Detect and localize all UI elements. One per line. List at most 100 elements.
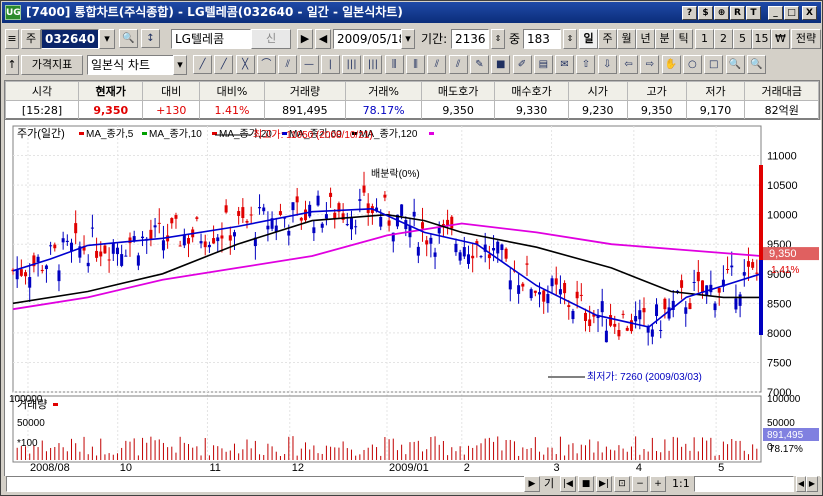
unit-week[interactable]: 주 [598,29,617,49]
tool-icon-1[interactable]: ╱ [214,55,234,74]
tool-icon-12[interactable]: ⫽ [448,55,468,74]
tool-icon-10[interactable]: ⫼ [406,55,425,74]
currency-button[interactable]: $ [698,6,713,20]
close-button[interactable]: X [802,6,817,20]
unit-1[interactable]: 1 [695,29,714,49]
pin-icon[interactable]: ↑ [5,55,19,75]
tool-icon-5[interactable]: — [299,55,319,74]
title-bar[interactable]: UG [7400] 통합차트(주식종합) - LG텔레콤(032640 - 일간… [2,2,821,23]
strategy-button[interactable]: 전략 [791,29,821,49]
candle-body-81 [349,217,353,230]
tool-icon-4[interactable]: ⫽ [278,55,298,74]
candle-body-6 [36,256,40,262]
candle-body-15 [74,223,78,234]
candle-body-48 [212,238,216,244]
tool-icon-21[interactable]: ⇨ [640,55,660,74]
zoom-in-icon[interactable]: + [650,476,666,492]
code-dropdown-icon[interactable]: ▾ [99,29,115,49]
date-dropdown-icon[interactable]: ▾ [401,29,415,49]
tool-icon-26[interactable]: 🔍 [746,55,766,74]
tool-icon-18[interactable]: ⇧ [576,55,596,74]
tool-icon-6[interactable]: | [320,55,340,74]
unit-15[interactable]: 15 [752,29,771,49]
scroll-left-icon[interactable]: ◀ [796,476,806,492]
next-button[interactable]: ▶ [297,29,313,49]
quote-header-3: 대비% [199,81,265,101]
minimize-button[interactable]: _ [768,6,783,20]
tool-icon-19[interactable]: ⇩ [597,55,617,74]
tool-icon-20[interactable]: ⇦ [619,55,638,74]
window-menu-icon[interactable]: ≡ [5,29,19,49]
quote-header-2: 대비 [142,81,201,101]
sort-icon[interactable]: ↕ [141,29,160,48]
help-button[interactable]: ? [682,6,697,20]
tool-icon-7[interactable]: ||| [342,55,362,74]
maximize-button[interactable]: □ [784,6,799,20]
chart-scrollbar[interactable]: ▶ 기 |◀ ■ ▶| ⊡ − + 1:1 ◀ ▶ [4,476,820,493]
tool-icon-2[interactable]: ╳ [235,55,255,74]
candle-body-145 [617,330,621,337]
scroll-track[interactable] [6,476,526,492]
chart-type-dropdown-icon[interactable]: ▾ [173,55,187,75]
range-bar-blue [759,260,763,335]
mode-button[interactable]: 주 [21,29,41,49]
market-tag: 신 [251,29,291,49]
candle-body-157 [667,307,671,319]
stock-code-input[interactable]: 032640 [41,29,99,49]
tool-icon-14[interactable]: ■ [491,55,511,74]
period-input[interactable]: 2136 [451,29,489,49]
unit-2[interactable]: 2 [714,29,733,49]
tool-icon-9[interactable]: ⫼ [384,55,404,74]
tool-icon-25[interactable]: 🔍 [725,55,745,74]
mid-input[interactable]: 183 [523,29,561,49]
tool-icon-13[interactable]: ✎ [469,55,489,74]
tool-icon-0[interactable]: ╱ [193,55,212,74]
ratio-label: 1:1 [672,477,690,490]
stop-icon[interactable]: ■ [578,476,594,492]
refresh-button[interactable]: R [730,6,745,20]
tool-icon-3[interactable]: ⌒ [256,55,276,74]
zoom-out-icon[interactable]: − [632,476,648,492]
candle-body-109 [466,254,470,264]
mid-spin-icon[interactable]: ⇕ [563,29,577,49]
won-button[interactable]: ₩ [771,29,790,49]
date-input[interactable]: 2009/05/18 [333,29,406,49]
unit-tick[interactable]: 틱 [674,29,693,49]
candle-body-172 [730,265,734,268]
unit-minute[interactable]: 분 [655,29,674,49]
topmost-button[interactable]: T [746,6,761,20]
step-forward-icon[interactable]: ▶| [596,476,612,492]
price-chart[interactable]: 7000 7500 8000 8500 9000 9500 10000 10500 11000 2… [4,119,821,477]
candle-body-119 [508,280,512,290]
candle-body-146 [621,313,625,315]
search-icon[interactable]: 🔍 [119,29,138,48]
unit-day[interactable]: 일 [579,29,598,49]
indicator-button[interactable]: 가격지표 [21,55,83,75]
tool-icon-22[interactable]: ✋ [661,55,681,74]
prev-button[interactable]: ◀ [315,29,331,49]
zoom-fit-icon[interactable]: ⊡ [614,476,630,492]
chart-type-select[interactable]: 일본식 차트 [87,55,175,75]
scroll-right-icon[interactable]: ▶ [524,476,540,492]
candle-body-154 [655,304,659,316]
zoom-slider[interactable] [694,476,794,492]
chart-svg[interactable]: 7000750080008500900095001000010500110002… [5,120,821,477]
tool-icon-24[interactable]: □ [704,55,724,74]
scroll-end-icon[interactable]: ▶ [806,476,818,492]
tool-icon-15[interactable]: ✐ [512,55,532,74]
candle-body-137 [583,312,587,321]
period-spin-icon[interactable]: ⇕ [491,29,505,49]
unit-5[interactable]: 5 [733,29,752,49]
candle-body-1 [15,269,19,280]
link-button[interactable]: ⊕ [714,6,729,20]
step-back-icon[interactable]: |◀ [560,476,576,492]
unit-year[interactable]: 년 [636,29,655,49]
tool-icon-17[interactable]: ✉ [555,55,575,74]
unit-month[interactable]: 월 [617,29,636,49]
tool-icon-16[interactable]: ▤ [533,55,553,74]
tool-icon-11[interactable]: ⫽ [427,55,447,74]
tool-icon-23[interactable]: ○ [682,55,702,74]
candle-body-133 [567,305,571,308]
candle-body-40 [178,245,182,247]
tool-icon-8[interactable]: ||| [363,55,383,74]
